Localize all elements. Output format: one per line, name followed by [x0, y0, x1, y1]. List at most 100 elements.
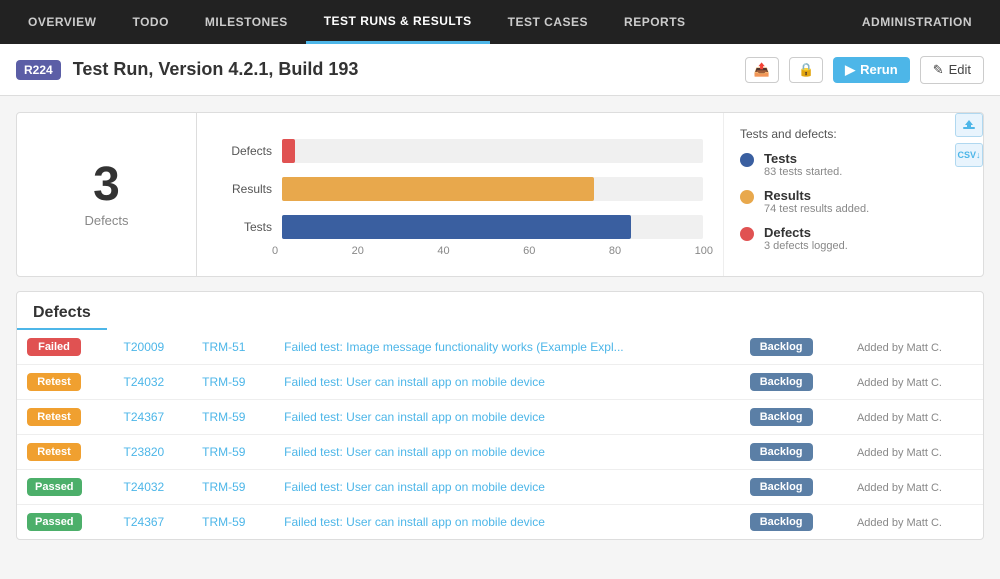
defects-summary: 3 Defects [17, 113, 197, 276]
desc-link[interactable]: Failed test: User can install app on mob… [284, 445, 545, 459]
run-link[interactable]: TRM-59 [202, 375, 245, 389]
desc-cell: Failed test: User can install app on mob… [274, 435, 740, 470]
legend-sub: 83 tests started. [764, 166, 842, 178]
edit-button[interactable]: ✎ Edit [920, 56, 984, 84]
status-cell: Failed [17, 330, 114, 365]
table-row: Retest T23820 TRM-59 Failed test: User c… [17, 435, 983, 470]
id2-cell: TRM-59 [192, 365, 274, 400]
tag-badge: Backlog [750, 373, 813, 391]
nav-item-test-runs[interactable]: TEST RUNS & RESULTS [306, 0, 490, 44]
id1-cell: T20009 [114, 330, 193, 365]
lock-button[interactable]: 🔒 [789, 57, 823, 83]
tag-cell: Backlog [740, 505, 847, 540]
tag-badge: Backlog [750, 408, 813, 426]
bar-row: Defects [217, 139, 703, 163]
table-row: Passed T24367 TRM-59 Failed test: User c… [17, 505, 983, 540]
legend-dot [740, 227, 754, 241]
tag-badge: Backlog [750, 443, 813, 461]
status-cell: Passed [17, 470, 114, 505]
nav-item-admin[interactable]: ADMINISTRATION [844, 0, 990, 44]
axis-label: 100 [695, 245, 713, 257]
added-by: Added by Matt C. [857, 482, 942, 494]
added-by: Added by Matt C. [857, 342, 942, 354]
tag-cell: Backlog [740, 470, 847, 505]
bar-fill [282, 215, 631, 239]
legend-text: Tests 83 tests started. [764, 151, 842, 178]
download-csv-button[interactable]: CSV↓ [955, 143, 983, 167]
desc-link[interactable]: Failed test: User can install app on mob… [284, 480, 545, 494]
rerun-button[interactable]: ▶ Rerun [833, 57, 910, 83]
bar-label: Tests [217, 220, 272, 234]
test-id-link[interactable]: T24032 [124, 375, 165, 389]
tag-badge: Backlog [750, 478, 813, 496]
nav-item-todo[interactable]: TODO [114, 0, 186, 44]
desc-cell: Failed test: Image message functionality… [274, 330, 740, 365]
run-link[interactable]: TRM-59 [202, 480, 245, 494]
desc-link[interactable]: Failed test: User can install app on mob… [284, 515, 545, 529]
bar-track [282, 215, 703, 239]
run-link[interactable]: TRM-59 [202, 445, 245, 459]
axis-label: 20 [352, 245, 364, 257]
desc-link[interactable]: Failed test: User can install app on mob… [284, 410, 545, 424]
desc-cell: Failed test: User can install app on mob… [274, 400, 740, 435]
top-navigation: OVERVIEW TODO MILESTONES TEST RUNS & RES… [0, 0, 1000, 44]
bar-row: Results [217, 177, 703, 201]
bar-fill [282, 139, 295, 163]
table-row: Retest T24367 TRM-59 Failed test: User c… [17, 400, 983, 435]
added-cell: Added by Matt C. [847, 400, 983, 435]
defects-label: Defects [84, 213, 128, 228]
test-id-link[interactable]: T23820 [124, 445, 165, 459]
status-badge: Failed [27, 338, 81, 356]
id1-cell: T23820 [114, 435, 193, 470]
added-by: Added by Matt C. [857, 377, 942, 389]
status-badge: Retest [27, 408, 81, 426]
export-button[interactable]: 📤 [745, 57, 779, 83]
run-link[interactable]: TRM-59 [202, 410, 245, 424]
added-by: Added by Matt C. [857, 412, 942, 424]
added-by: Added by Matt C. [857, 447, 942, 459]
id2-cell: TRM-59 [192, 470, 274, 505]
legend-sub: 3 defects logged. [764, 240, 848, 252]
nav-item-milestones[interactable]: MILESTONES [187, 0, 306, 44]
test-id-link[interactable]: T24367 [124, 410, 165, 424]
desc-cell: Failed test: User can install app on mob… [274, 470, 740, 505]
run-badge: R224 [16, 60, 61, 80]
nav-item-reports[interactable]: REPORTS [606, 0, 704, 44]
status-badge: Passed [27, 478, 82, 496]
added-cell: Added by Matt C. [847, 365, 983, 400]
added-cell: Added by Matt C. [847, 435, 983, 470]
defects-heading: Defects [17, 292, 107, 330]
bar-track [282, 177, 703, 201]
test-id-link[interactable]: T24032 [124, 480, 165, 494]
legend-dot [740, 190, 754, 204]
status-cell: Retest [17, 435, 114, 470]
table-row: Failed T20009 TRM-51 Failed test: Image … [17, 330, 983, 365]
nav-item-test-cases[interactable]: TEST CASES [490, 0, 606, 44]
desc-link[interactable]: Failed test: Image message functionality… [284, 340, 623, 354]
legend-title: Tests and defects: [740, 127, 967, 141]
legend-area: Tests and defects: Tests 83 tests starte… [723, 113, 983, 276]
desc-link[interactable]: Failed test: User can install app on mob… [284, 375, 545, 389]
axis-label: 0 [272, 245, 278, 257]
tag-cell: Backlog [740, 365, 847, 400]
table-row: Passed T24032 TRM-59 Failed test: User c… [17, 470, 983, 505]
legend-dot [740, 153, 754, 167]
page-header: R224 Test Run, Version 4.2.1, Build 193 … [0, 44, 1000, 96]
bar-label: Defects [217, 144, 272, 158]
id2-cell: TRM-51 [192, 330, 274, 365]
test-id-link[interactable]: T20009 [124, 340, 165, 354]
added-cell: Added by Matt C. [847, 470, 983, 505]
run-link[interactable]: TRM-59 [202, 515, 245, 529]
status-cell: Passed [17, 505, 114, 540]
nav-item-overview[interactable]: OVERVIEW [10, 0, 114, 44]
axis-label: 40 [437, 245, 449, 257]
status-badge: Passed [27, 513, 82, 531]
bar-track [282, 139, 703, 163]
edit-icon: ✎ [933, 62, 944, 78]
run-link[interactable]: TRM-51 [202, 340, 245, 354]
added-cell: Added by Matt C. [847, 505, 983, 540]
test-id-link[interactable]: T24367 [124, 515, 165, 529]
download-png-button[interactable] [955, 113, 983, 137]
chart-axis: 020406080100 [272, 245, 713, 257]
id1-cell: T24032 [114, 470, 193, 505]
